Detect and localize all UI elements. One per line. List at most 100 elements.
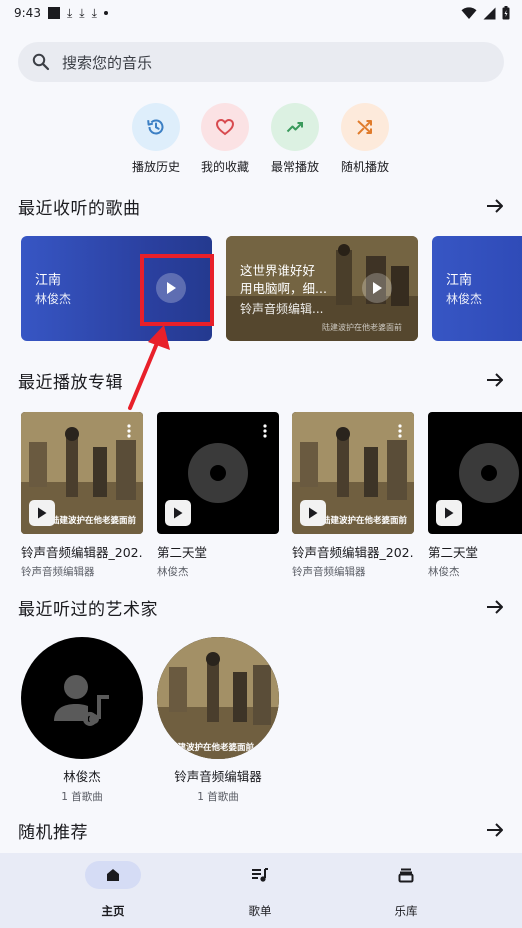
section-title: 最近播放专辑 <box>18 372 123 393</box>
artist-song-count: 1 首歌曲 <box>197 791 239 803</box>
album-artist: 林俊杰 <box>157 566 189 578</box>
artist-card[interactable]: 林俊杰 1 首歌曲 <box>21 637 143 804</box>
artist-song-count: 1 首歌曲 <box>61 791 103 803</box>
cover-caption: 陆建波护在他老婆面前 <box>51 516 137 526</box>
nav-label: 歌单 <box>248 904 272 918</box>
album-cover: 陆建波护在他老婆面前 <box>292 412 414 534</box>
album-artist: 铃声音频编辑器 <box>292 566 366 578</box>
album-name: 铃声音频编辑器_202... <box>21 545 143 560</box>
album-cover: 陆建波护在他老婆面前 <box>21 412 143 534</box>
arrow-right-icon[interactable] <box>486 599 504 615</box>
highlight-box <box>140 254 214 326</box>
play-icon <box>373 282 382 294</box>
section-title: 随机推荐 <box>18 822 88 843</box>
play-icon <box>445 507 454 519</box>
trending-up-icon <box>271 103 319 151</box>
song-title: 江南 <box>35 273 62 288</box>
library-icon <box>378 861 434 889</box>
more-vert-icon[interactable] <box>398 424 402 438</box>
cell-signal-icon <box>483 7 496 19</box>
nav-item-playlists[interactable]: 歌单 <box>220 861 300 919</box>
album-cover <box>428 412 522 534</box>
section-header-recent-albums: 最近播放专辑 <box>18 367 504 393</box>
shuffle-icon <box>341 103 389 151</box>
history-icon <box>132 103 180 151</box>
section-title: 最近听过的艺术家 <box>18 599 158 620</box>
song-card[interactable]: 江南 林俊杰 <box>432 236 522 341</box>
quick-action-shuffle[interactable]: 随机播放 <box>330 103 400 175</box>
song-title-line: 这世界谁好好 <box>240 263 316 278</box>
status-bar: 9:43 ⤓ ⤓ ⤓ <box>0 0 522 26</box>
arrow-right-icon[interactable] <box>486 822 504 838</box>
arrow-right-icon[interactable] <box>486 198 504 214</box>
search-placeholder: 搜索您的音乐 <box>62 53 153 72</box>
wifi-icon <box>461 6 477 19</box>
cover-caption: 陆建波护在他老婆面前 <box>169 743 255 753</box>
quick-action-label: 随机播放 <box>340 160 389 174</box>
album-card[interactable]: 第二天堂 林俊杰 <box>428 412 522 579</box>
song-title: 江南 <box>446 273 473 288</box>
play-button[interactable] <box>362 273 392 303</box>
nav-label: 主页 <box>101 904 125 918</box>
album-artist: 铃声音频编辑器 <box>21 566 95 578</box>
arrow-right-icon[interactable] <box>486 372 504 388</box>
play-button[interactable] <box>300 500 326 526</box>
play-button[interactable] <box>165 500 191 526</box>
status-time: 9:43 <box>14 6 41 20</box>
search-icon <box>32 53 50 71</box>
notification-app-icon <box>47 7 60 19</box>
play-icon <box>38 507 47 519</box>
more-notifications-dot-icon <box>103 11 108 15</box>
artist-avatar: 陆建波护在他老婆面前 <box>157 637 279 759</box>
album-cover <box>157 412 279 534</box>
quick-action-label: 我的收藏 <box>200 160 249 174</box>
artist-music-icon <box>54 675 109 726</box>
album-card[interactable]: 第二天堂 林俊杰 <box>157 412 279 579</box>
quick-action-favorites[interactable]: 我的收藏 <box>190 103 260 175</box>
artist-name: 铃声音频编辑器 <box>174 769 262 784</box>
nav-item-home[interactable]: 主页 <box>73 861 153 919</box>
song-artist: 铃声音频编辑... <box>240 302 324 316</box>
play-icon <box>309 507 318 519</box>
more-vert-icon[interactable] <box>127 424 131 438</box>
home-icon <box>85 861 141 889</box>
nav-item-library[interactable]: 乐库 <box>366 861 446 919</box>
quick-actions: 播放历史 我的收藏 最常播放 随机播放 <box>0 103 522 175</box>
album-artist: 林俊杰 <box>428 566 460 578</box>
heart-icon <box>201 103 249 151</box>
album-card[interactable]: 陆建波护在他老婆面前 铃声音频编辑器_202... 铃声音频编辑器 <box>21 412 143 579</box>
album-name: 第二天堂 <box>157 545 208 560</box>
play-button[interactable] <box>436 500 462 526</box>
section-header-recent-songs: 最近收听的歌曲 <box>18 193 504 219</box>
section-header-random: 随机推荐 <box>18 817 504 843</box>
nav-label: 乐库 <box>394 904 418 918</box>
cover-caption: 陆建波护在他老婆面前 <box>322 323 402 332</box>
download-icon: ⤓ <box>79 5 85 20</box>
download-icon: ⤓ <box>91 5 97 20</box>
artist-name: 林俊杰 <box>63 769 101 784</box>
search-bar[interactable]: 搜索您的音乐 <box>18 42 504 82</box>
cover-caption: 陆建波护在他老婆面前 <box>322 516 408 526</box>
playlist-icon <box>232 861 288 889</box>
more-vert-icon[interactable] <box>263 424 267 438</box>
battery-icon <box>502 6 510 20</box>
artist-avatar <box>21 637 143 759</box>
quick-action-label: 最常播放 <box>270 160 319 174</box>
quick-action-label: 播放历史 <box>131 160 180 174</box>
album-card[interactable]: 陆建波护在他老婆面前 铃声音频编辑器_202... 铃声音频编辑器 <box>292 412 414 579</box>
album-name: 第二天堂 <box>428 545 479 560</box>
artist-card[interactable]: 陆建波护在他老婆面前 铃声音频编辑器 1 首歌曲 <box>157 637 279 804</box>
song-title-line: 用电脑啊，细... <box>240 281 327 296</box>
download-icon: ⤓ <box>66 5 73 20</box>
play-button[interactable] <box>29 500 55 526</box>
album-name: 铃声音频编辑器_202... <box>292 545 414 560</box>
bottom-navigation: 主页 歌单 乐库 <box>0 853 522 928</box>
quick-action-history[interactable]: 播放历史 <box>121 103 191 175</box>
quick-action-most-played[interactable]: 最常播放 <box>260 103 330 175</box>
song-artist: 林俊杰 <box>35 292 72 306</box>
play-icon <box>174 507 183 519</box>
song-artist: 林俊杰 <box>446 292 483 306</box>
section-header-recent-artists: 最近听过的艺术家 <box>18 594 504 620</box>
section-title: 最近收听的歌曲 <box>18 198 141 219</box>
song-card[interactable]: 这世界谁好好 用电脑啊，细... 铃声音频编辑... 陆建波护在他老婆面前 <box>226 236 418 341</box>
